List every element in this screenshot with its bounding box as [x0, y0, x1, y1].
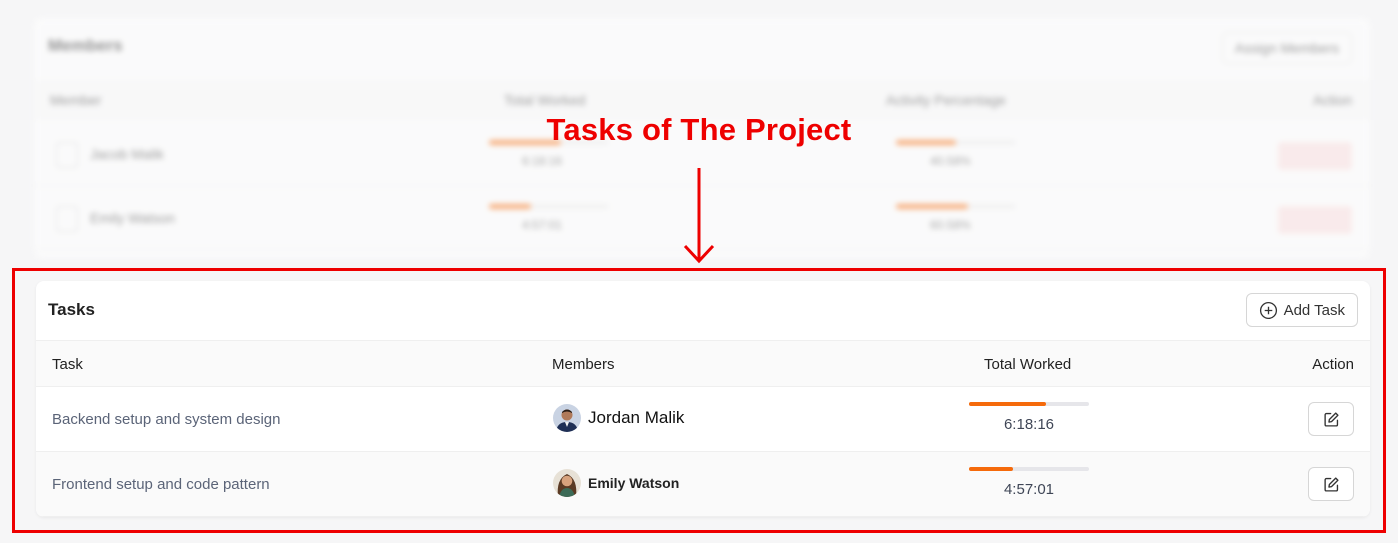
avatar [553, 404, 581, 432]
edit-icon [1323, 411, 1339, 427]
annotation-label: Tasks of The Project [546, 112, 852, 147]
members-col-member: Member [50, 92, 102, 108]
activity-progress [896, 204, 1016, 209]
member-name: Emily Watson [588, 475, 680, 491]
avatar [56, 206, 78, 232]
tasks-table-header: Task Members Total Worked Action [36, 340, 1370, 387]
table-row: Frontend setup and code pattern Emily Wa… [36, 452, 1370, 517]
edit-task-button[interactable] [1308, 467, 1354, 501]
members-title: Members [48, 36, 123, 55]
add-task-label: Add Task [1283, 301, 1345, 319]
activity-value: 60.58% [930, 218, 971, 232]
col-members: Members [552, 356, 615, 373]
members-col-worked: Total Worked [504, 92, 586, 108]
assign-members-button: Assign Members [1221, 32, 1352, 64]
member-name: Jacob Malik [90, 146, 164, 162]
annotation-arrow-icon [683, 168, 715, 264]
worked-progress [489, 204, 609, 209]
worked-progress-bar [969, 402, 1089, 406]
member-name: Jordan Malik [588, 408, 685, 427]
col-task: Task [52, 356, 83, 373]
worked-progress-bar [969, 467, 1089, 471]
members-col-action: Action [1313, 92, 1352, 108]
edit-icon [1323, 476, 1339, 492]
task-name: Frontend setup and code pattern [52, 476, 270, 493]
table-row: Backend setup and system design Jordan M… [36, 387, 1370, 452]
task-member: Jordan Malik [553, 404, 684, 432]
col-action: Action [1312, 356, 1354, 373]
tasks-card: Tasks Add Task Task Members Total Worked… [36, 281, 1370, 517]
activity-value: 40.58% [930, 154, 971, 168]
member-name: Emily Watson [90, 210, 176, 226]
add-task-button[interactable]: Add Task [1245, 293, 1358, 327]
worked-time: 6:18:16 [1003, 416, 1055, 433]
edit-task-button[interactable] [1308, 402, 1354, 436]
remove-button [1278, 206, 1352, 234]
col-total-worked: Total Worked [984, 356, 1072, 373]
plus-circle-icon [1259, 301, 1277, 319]
members-col-activity: Activity Percentage [886, 92, 1006, 108]
worked-value: 6:18:16 [522, 154, 563, 168]
worked-time: 4:57:01 [1003, 481, 1055, 498]
task-name: Backend setup and system design [52, 411, 281, 428]
tasks-title: Tasks [48, 300, 95, 319]
avatar [553, 469, 581, 497]
worked-value: 4:57:01 [522, 218, 563, 232]
task-member: Emily Watson [553, 469, 679, 497]
